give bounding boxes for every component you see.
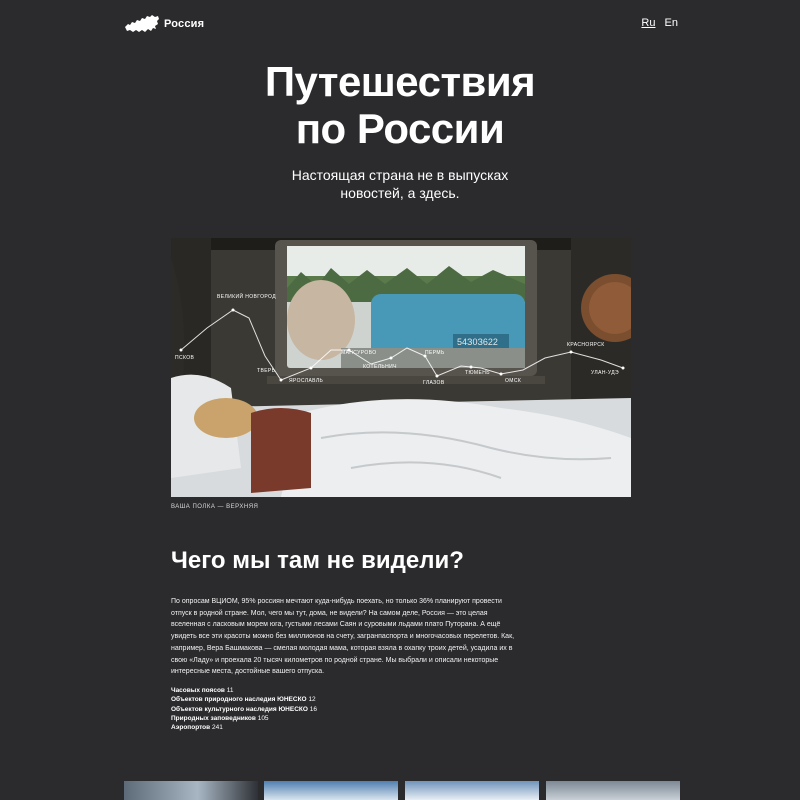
thumbnail-card[interactable]: [264, 781, 398, 800]
section-title: Чего мы там не видели?: [171, 547, 464, 574]
thumbnail-card[interactable]: [405, 781, 539, 800]
thumbnail-row: [124, 781, 680, 800]
stats-list: Часовых поясов 11 Объектов природного на…: [171, 686, 317, 732]
lang-ru-link[interactable]: Ru: [641, 17, 655, 29]
stat-label: Объектов культурного наследия ЮНЕСКО: [171, 705, 308, 713]
route-label: МАНСУРОВО: [341, 350, 377, 356]
stat-label: Объектов природного наследия ЮНЕСКО: [171, 696, 307, 704]
stat-label: Часовых поясов: [171, 687, 225, 694]
thumbnail-card[interactable]: [546, 781, 680, 800]
lang-en-link[interactable]: En: [665, 17, 678, 29]
page-subtitle: Настоящая страна не в выпусках новостей,…: [291, 167, 509, 201]
route-label: ЯРОСЛАВЛЬ: [289, 378, 324, 384]
page-title-line-2: по России: [295, 105, 505, 152]
stat-value: 241: [211, 724, 223, 732]
route-label: ТЮМЕНЬ: [465, 370, 490, 376]
russia-map-icon: [125, 15, 159, 32]
route-label: УЛАН-УДЭ: [591, 370, 619, 376]
stat-label: Аэропортов: [171, 724, 211, 732]
route-label: ПСКОВ: [175, 355, 195, 361]
route-label: ПЕРМЬ: [425, 350, 445, 356]
language-switcher: Ru En: [635, 17, 678, 29]
photo-caption: ВАША ПОЛКА — ВЕРХНЯЯ: [171, 504, 259, 510]
site-header: Россия Ru En: [124, 12, 680, 38]
route-label: ГЛАЗОВ: [423, 380, 445, 386]
stat-value: 105: [257, 714, 269, 722]
stat-item: Объектов природного наследия ЮНЕСКО 12: [171, 695, 317, 704]
route-label: ТВЕРЬ: [257, 368, 276, 374]
stat-item: Аэропортов 241: [171, 723, 317, 732]
page-title-line-1: Путешествия: [264, 58, 536, 105]
stat-value: 11: [226, 687, 234, 694]
stat-item: Часовых поясов 11: [171, 686, 317, 695]
thumbnail-card[interactable]: [124, 781, 258, 800]
stat-item: Природных заповедников 105: [171, 714, 317, 723]
page-title: Путешествия по России: [0, 58, 800, 152]
route-label: КОТЕЛЬНИЧ: [363, 364, 397, 370]
route-label: КРАСНОЯРСК: [567, 342, 605, 348]
stat-value: 12: [308, 696, 316, 704]
train-compartment-illustration: 54З0З622 ВЕЛИКИЙ НОВГОРОД ПСКОВ ТВЕРЬ ЯР…: [171, 238, 631, 497]
stat-label: Природных заповедников: [171, 714, 256, 722]
logo-link[interactable]: Россия: [124, 12, 204, 36]
wagon-number: 54З0З622: [457, 337, 498, 347]
section-body: По опросам ВЦИОМ, 95% россиян мечтают ку…: [171, 598, 515, 676]
route-label: ВЕЛИКИЙ НОВГОРОД: [217, 292, 276, 300]
page: Россия Ru En Путешествия по России Насто…: [0, 0, 800, 800]
hero-photo: 54З0З622 ВЕЛИКИЙ НОВГОРОД ПСКОВ ТВЕРЬ ЯР…: [171, 238, 631, 497]
stat-value: 16: [309, 705, 317, 713]
logo-text: Россия: [164, 18, 205, 30]
route-label: ОМСК: [505, 378, 521, 384]
stat-item: Объектов культурного наследия ЮНЕСКО 16: [171, 705, 317, 714]
